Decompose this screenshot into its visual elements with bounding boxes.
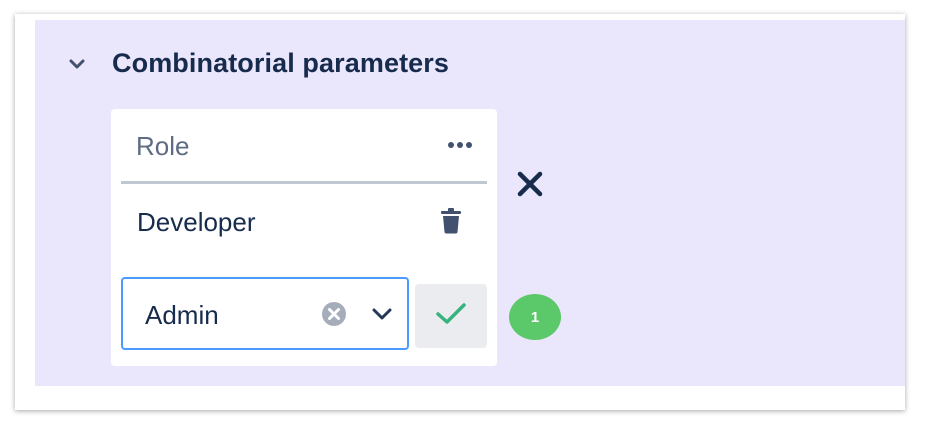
selected-value: Admin — [145, 300, 219, 330]
check-icon — [436, 302, 466, 330]
confirm-button[interactable] — [415, 284, 487, 348]
parameter-value-row: Developer — [121, 193, 487, 249]
new-value-select[interactable]: Admin — [121, 277, 409, 350]
close-icon[interactable] — [513, 167, 547, 201]
trash-icon[interactable] — [435, 205, 467, 237]
parameter-card: Role Developer Admin — [111, 109, 497, 366]
section-title: Combinatorial parameters — [112, 48, 449, 78]
screenshot-frame: Combinatorial parameters Role Developer — [15, 14, 905, 410]
parameter-name[interactable]: Role — [136, 131, 189, 162]
chevron-down-icon[interactable] — [63, 50, 91, 78]
combinatorial-parameters-panel: Combinatorial parameters Role Developer — [35, 20, 905, 386]
chevron-down-icon[interactable] — [367, 299, 397, 329]
parameter-card-header: Role — [121, 109, 487, 184]
step-badge: 1 — [509, 294, 561, 340]
parameter-value-label: Developer — [137, 207, 256, 237]
more-horizontal-icon[interactable] — [445, 133, 475, 157]
clear-circle-icon[interactable] — [321, 301, 347, 327]
section-header: Combinatorial parameters — [63, 48, 449, 79]
